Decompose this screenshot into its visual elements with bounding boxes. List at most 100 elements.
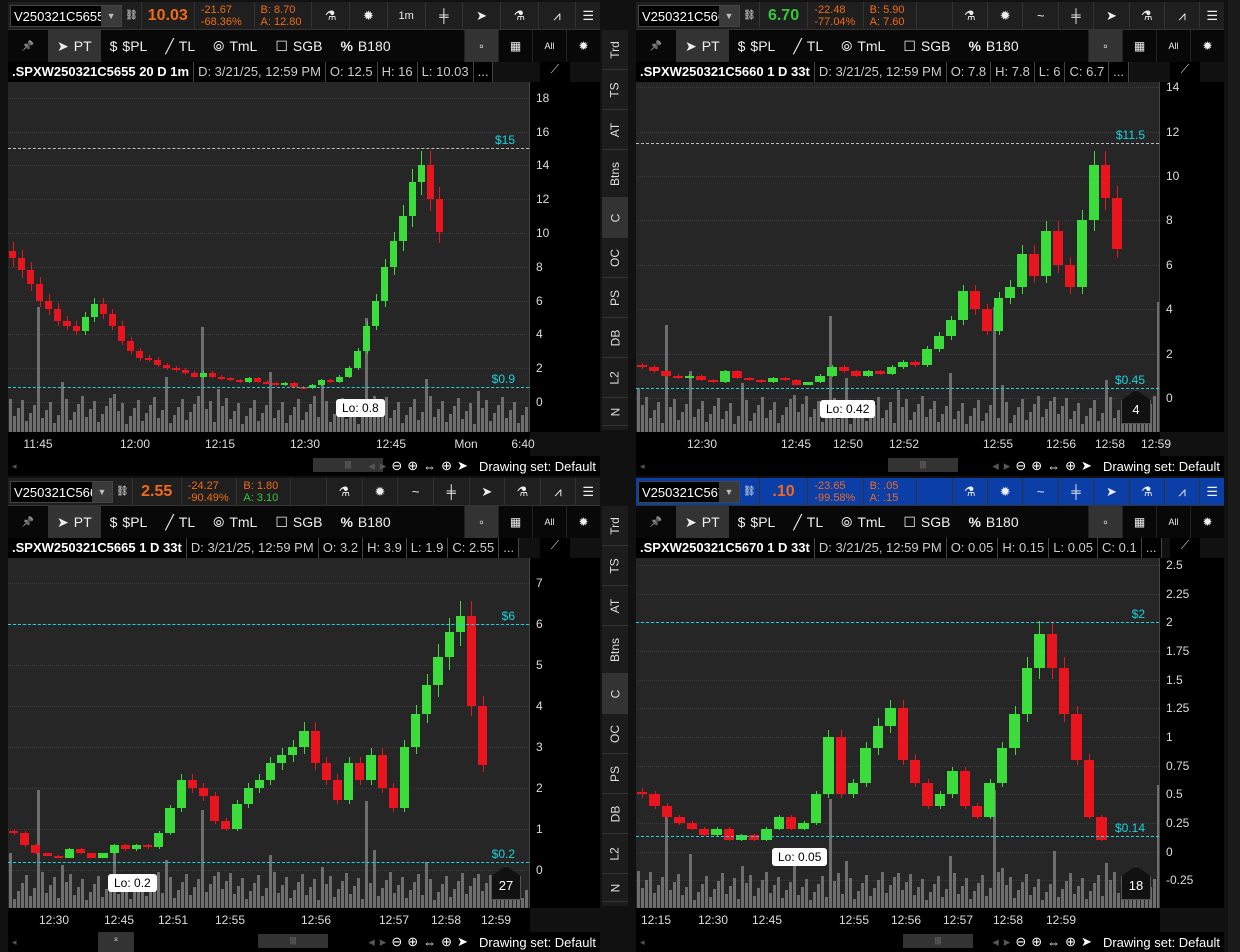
side-tab-ts[interactable]: TS — [602, 70, 628, 110]
drawing-set-selector[interactable]: Drawing set: Default — [479, 935, 596, 950]
timeline-tool[interactable]: ⦾ TmL — [204, 30, 266, 62]
timeline-tool[interactable]: ⦾ TmL — [204, 506, 266, 538]
cursor-icon[interactable]: ➤ — [1081, 458, 1092, 474]
zoom-out-icon[interactable]: ⊖ — [1015, 934, 1026, 950]
side-tab-trd[interactable]: Trd — [602, 506, 628, 546]
scrollbar-thumb[interactable]: ||| — [903, 934, 973, 948]
side-tab-btns[interactable]: Btns — [602, 150, 628, 198]
b180-tool[interactable]: % B180 — [959, 30, 1027, 62]
gear-icon[interactable]: ✹ — [363, 477, 399, 506]
zoom-out-icon[interactable]: ⊖ — [391, 934, 402, 950]
timeline-tool[interactable]: ⦾ TmL — [832, 30, 894, 62]
zoom-in-icon[interactable]: ⊕ — [407, 458, 418, 474]
zoom-in-icon[interactable]: ⊕ — [407, 934, 418, 950]
scroll-prev-icon[interactable]: ◂ — [368, 934, 375, 950]
pointer-tool[interactable]: ➤ PT — [48, 506, 101, 538]
cursor-icon[interactable]: ➤ — [470, 477, 506, 506]
candle-style-icon[interactable]: ╪ — [434, 477, 470, 506]
axis-scale-button[interactable]: ⟋ — [540, 538, 570, 558]
zoom-in-icon[interactable]: ⊕ — [1031, 934, 1042, 950]
pointer-tool[interactable]: ➤ PT — [676, 30, 729, 62]
time-axis[interactable]: 12:30 12:45 12:50 12:52 12:55 12:56 12:58 12:59 — [636, 432, 1171, 456]
sgb-tool[interactable]: ☐ SGB — [266, 30, 331, 62]
crosshair-icon[interactable]: ⊕ — [1065, 934, 1076, 950]
cursor-icon[interactable]: ➤ — [457, 934, 468, 950]
pin-icon[interactable]: 📌 — [636, 30, 676, 62]
drawing-icon[interactable]: ⩘ — [1165, 1, 1201, 30]
side-tab-ps[interactable]: PS — [602, 278, 628, 318]
pointer-tool[interactable]: ➤ PT — [676, 506, 729, 538]
b180-tool[interactable]: % B180 — [959, 506, 1027, 538]
price-level-line[interactable] — [8, 861, 529, 863]
price-level-line[interactable] — [636, 388, 1159, 390]
candle-style-icon[interactable]: ╪ — [1059, 1, 1095, 30]
settings-gear-icon[interactable]: ✹ — [566, 30, 600, 62]
all-button[interactable]: All — [1156, 506, 1190, 538]
pulse-icon[interactable]: ~ — [398, 477, 434, 506]
study-flask-icon[interactable]: ⚗ — [1130, 477, 1165, 506]
pan-icon[interactable]: ⇔ — [423, 459, 436, 474]
pin-icon[interactable]: 📌 — [636, 506, 676, 538]
zoom-out-icon[interactable]: ⊖ — [391, 458, 402, 474]
scroll-next-icon[interactable]: ▸ — [380, 934, 387, 950]
drawing-set-selector[interactable]: Drawing set: Default — [1103, 935, 1220, 950]
flask-icon[interactable]: ⚗ — [312, 1, 351, 30]
flask-icon[interactable]: ⚗ — [953, 477, 989, 506]
link-icon[interactable]: ⛓ — [740, 1, 760, 30]
single-layout-icon[interactable]: ▫ — [1088, 30, 1122, 62]
zoom-in-icon[interactable]: ⊕ — [1031, 458, 1042, 474]
gear-icon[interactable]: ✹ — [988, 477, 1024, 506]
scroll-prev-icon[interactable]: ◂ — [368, 458, 375, 474]
menu-icon[interactable]: ☰ — [576, 2, 600, 30]
single-layout-icon[interactable]: ▫ — [1088, 506, 1122, 538]
cursor-icon[interactable]: ➤ — [457, 458, 468, 474]
drawing-icon[interactable]: ⩘ — [1165, 477, 1201, 506]
scroll-left-icon[interactable]: ◂ — [640, 461, 645, 472]
drawing-icon[interactable]: ⩘ — [539, 1, 577, 30]
pulse-icon[interactable]: ~ — [1023, 1, 1059, 30]
crosshair-icon[interactable]: ⊕ — [1065, 458, 1076, 474]
price-chart-area[interactable]: $6 $0.2 Lo: 0.2 27 — [8, 558, 530, 908]
time-axis[interactable]: 12:15 12:30 12:45 12:55 12:56 12:57 12:58 12:59 — [636, 908, 1160, 932]
cursor-icon[interactable]: ➤ — [1094, 1, 1130, 30]
b180-tool[interactable]: % B180 — [331, 30, 399, 62]
scroll-left-icon[interactable]: ◂ — [12, 937, 17, 948]
pointer-tool[interactable]: ➤ PT — [48, 30, 101, 62]
drawing-icon[interactable]: ⩘ — [541, 477, 577, 506]
link-icon[interactable]: ⛓ — [113, 477, 133, 506]
pin-icon[interactable]: 📌 — [8, 506, 48, 538]
menu-icon[interactable]: ☰ — [1200, 478, 1224, 506]
symbol-dropdown-button[interactable]: ▼ — [719, 481, 739, 502]
side-tab-c[interactable]: C — [602, 198, 628, 238]
side-tab-btns[interactable]: Btns — [602, 626, 628, 674]
price-axis[interactable]: 0 2 4 6 8 10 12 14 — [1160, 80, 1224, 432]
menu-icon[interactable]: ☰ — [1200, 2, 1224, 30]
symbol-dropdown-button[interactable]: ▼ — [719, 5, 739, 26]
price-axis[interactable]: 0 1 2 3 4 5 6 7 — [530, 558, 600, 908]
price-chart-area[interactable]: $2 $0.14 Lo: 0.05 18 — [636, 558, 1160, 908]
scroll-prev-icon[interactable]: ◂ — [992, 934, 999, 950]
grid-layout-icon[interactable]: ▦ — [498, 506, 532, 538]
gear-icon[interactable]: ✹ — [988, 1, 1024, 30]
trendline-tool[interactable]: ╱ TL — [156, 30, 204, 62]
zoom-out-icon[interactable]: ⊖ — [1015, 458, 1026, 474]
price-level-line[interactable] — [8, 386, 529, 388]
blank-icon[interactable] — [291, 477, 328, 506]
symbol-input[interactable]: V250321C5670 ▼ — [638, 480, 740, 503]
b180-tool[interactable]: % B180 — [331, 506, 399, 538]
side-tab-ts[interactable]: TS — [602, 546, 628, 586]
study-flask-icon[interactable]: ⚗ — [1130, 1, 1165, 30]
blank-icon[interactable] — [917, 1, 953, 30]
side-tab-db[interactable]: DB — [602, 318, 628, 358]
cursor-icon[interactable]: ➤ — [463, 1, 501, 30]
price-chart-area[interactable]: $15 $0.9 Lo: 0.8 — [8, 82, 530, 432]
all-button[interactable]: All — [532, 506, 566, 538]
pl-tool[interactable]: $ $PL — [729, 506, 785, 538]
axis-scale-button[interactable]: ⟋ — [540, 62, 570, 82]
axis-scale-button[interactable]: ⟋ — [1170, 62, 1200, 82]
trendline-tool[interactable]: ╱ TL — [784, 506, 832, 538]
side-tab-ps[interactable]: PS — [602, 754, 628, 794]
sgb-tool[interactable]: ☐ SGB — [266, 506, 331, 538]
symbol-dropdown-button[interactable]: ▼ — [91, 481, 112, 502]
grid-layout-icon[interactable]: ▦ — [1122, 30, 1156, 62]
